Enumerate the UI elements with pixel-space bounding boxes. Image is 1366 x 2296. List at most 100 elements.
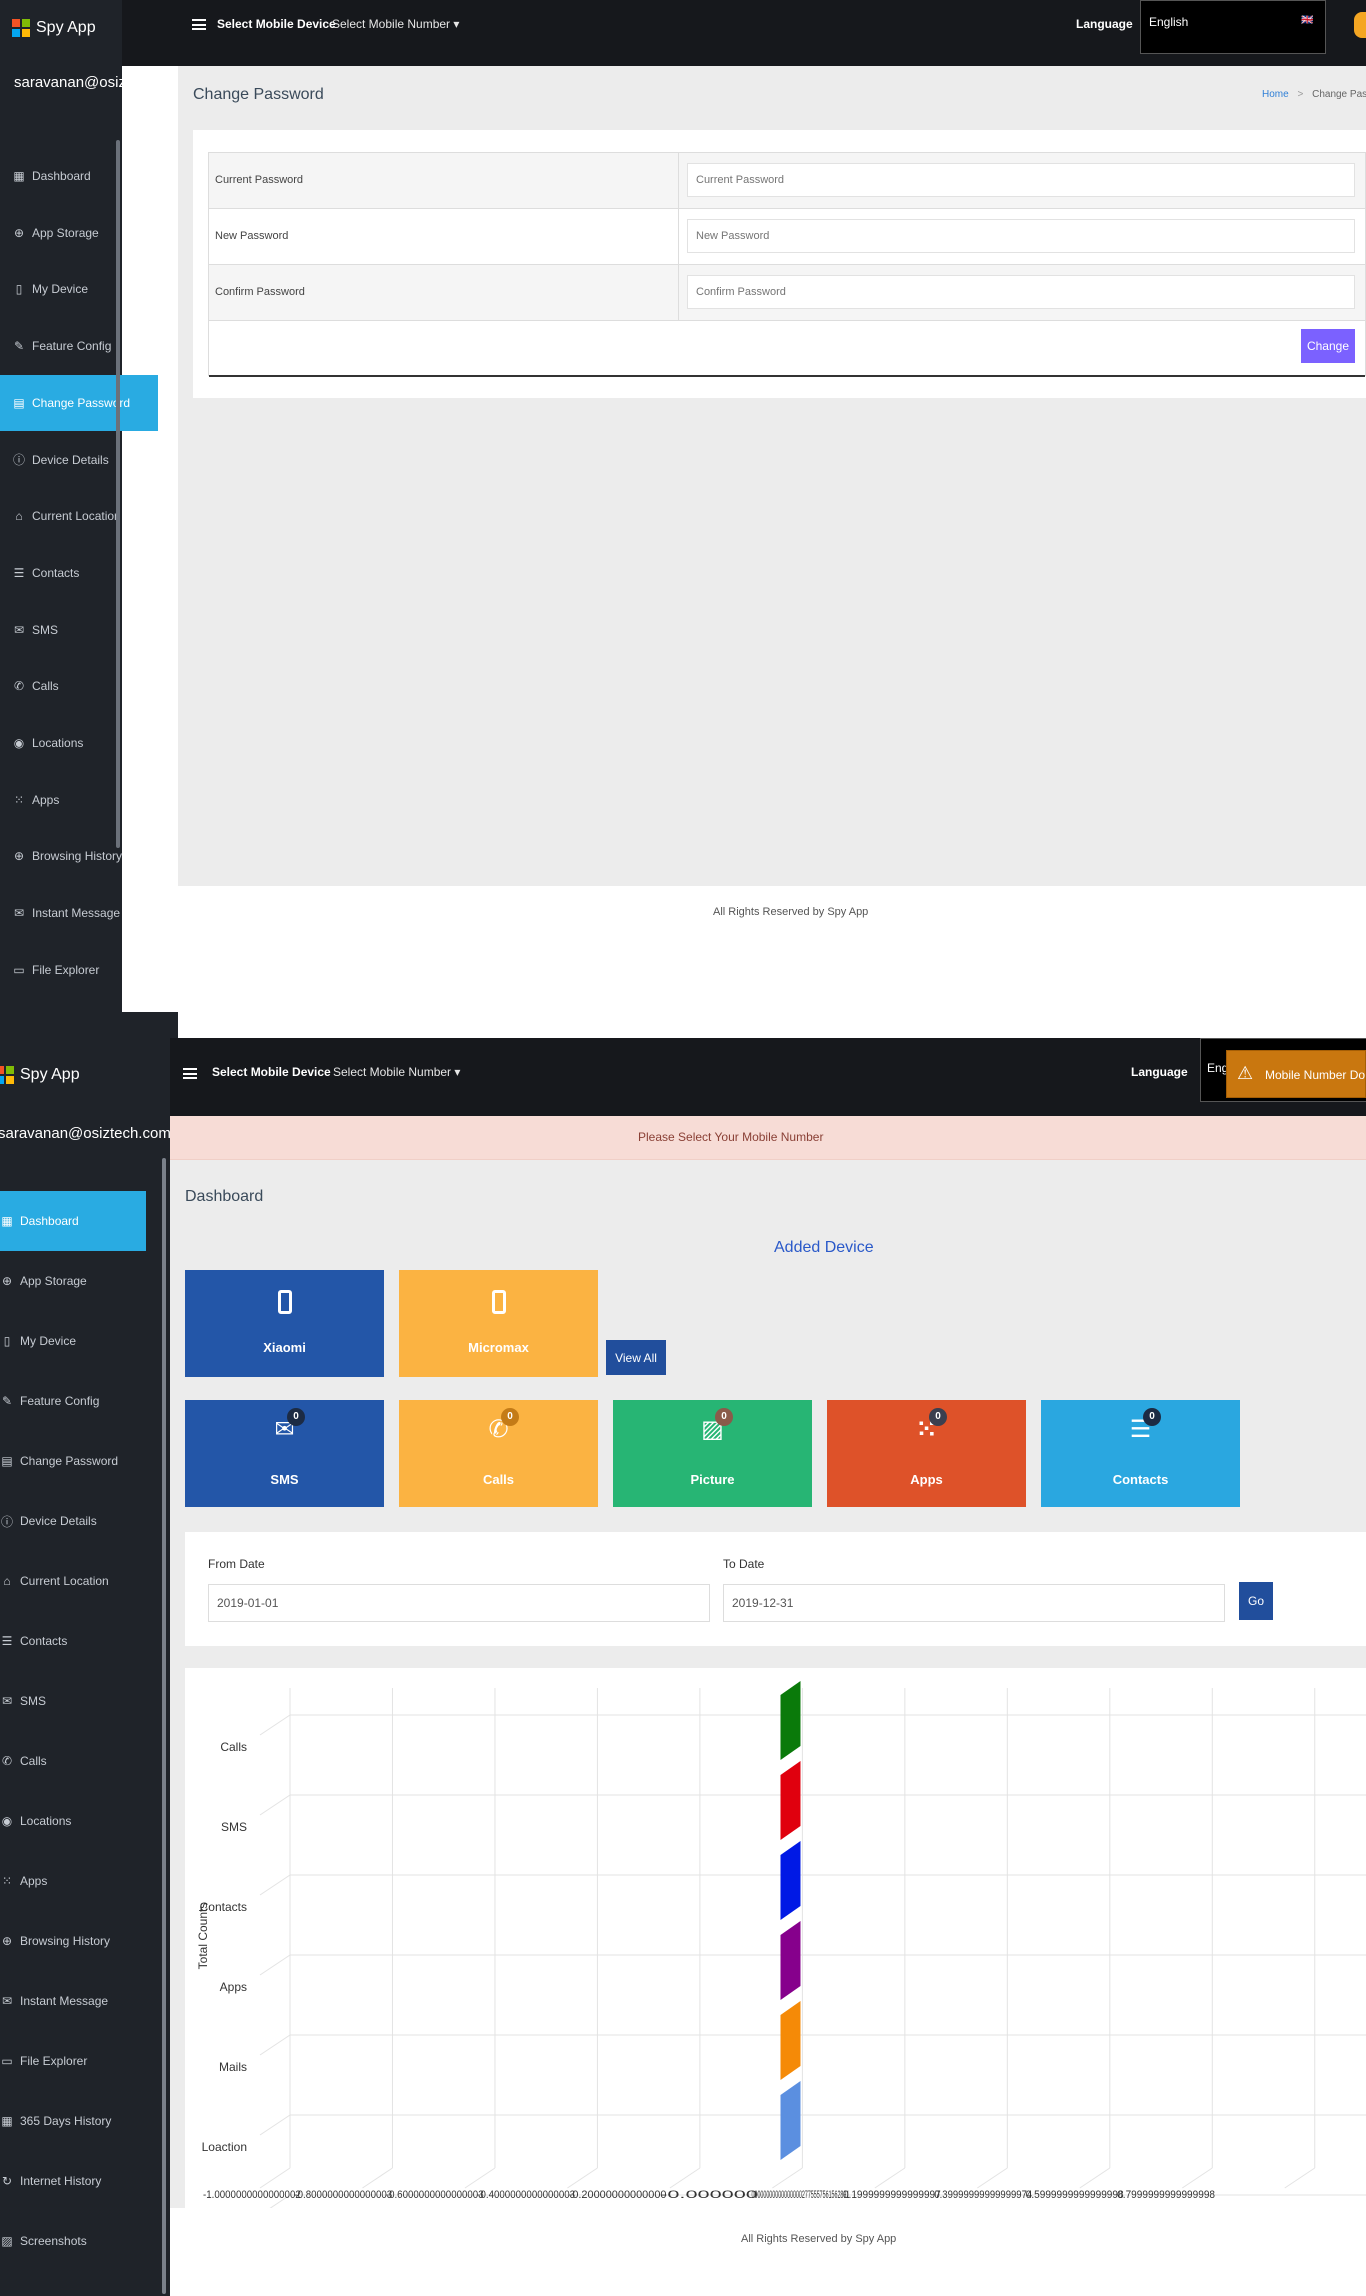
select-number-dropdown[interactable]: Select Mobile Number ▾: [332, 17, 459, 31]
sidebar-item-app-storage[interactable]: ⊕ App Storage: [0, 205, 158, 261]
sidebar-item-browsing-history[interactable]: ⊕ Browsing History: [0, 1911, 146, 1971]
sidebar-item-browsing-history[interactable]: ⊕ Browsing History: [0, 828, 158, 884]
sidebar-item-change-password[interactable]: ▤ Change Password: [0, 1431, 146, 1491]
sidebar-item-current-location[interactable]: ⌂ Current Location: [0, 1551, 146, 1611]
sidebar-item-current-location[interactable]: ⌂ Current Location: [0, 488, 158, 544]
notification-toast[interactable]: ⚠ Mobile Number Does: [1226, 1050, 1366, 1098]
sidebar-item-file-explorer[interactable]: ▭ File Explorer: [0, 2031, 146, 2091]
sidebar-item-label: Dashboard: [20, 1214, 79, 1228]
sidebar-item-calls[interactable]: ✆ Calls: [0, 1731, 146, 1791]
sidebar-item-feature-config[interactable]: ✎ Feature Config: [0, 318, 158, 374]
password-input[interactable]: [687, 219, 1355, 253]
grid-line-depth: [259, 1794, 291, 1816]
sidebar-item-apps[interactable]: ⁙ Apps: [0, 772, 158, 828]
select-number-dropdown-2[interactable]: Select Mobile Number ▾: [333, 1065, 460, 1079]
sidebar-item-internet-history[interactable]: ↻ Internet History: [0, 2151, 146, 2211]
footer-top-bar: [178, 886, 1366, 1012]
sidebar-item-app-storage[interactable]: ⊕ App Storage: [0, 1251, 146, 1311]
document-icon: ▤: [13, 395, 25, 410]
stat-tile-calls[interactable]: ✆ 0 Calls: [399, 1400, 598, 1507]
x-tick-label: 000000000000000002775557561562891: [752, 2189, 850, 2201]
sidebar-item-my-device[interactable]: ▯ My Device: [0, 261, 158, 317]
password-row: New Password: [209, 209, 1365, 265]
x-tick-label: 0.7999999999999998: [1117, 2189, 1215, 2201]
sidebar-item-my-device[interactable]: ▯ My Device: [0, 1311, 146, 1371]
sidebar-item-365-days-history[interactable]: ▦ 365 Days History: [0, 2091, 146, 2151]
stat-tile-picture[interactable]: ▨ 0 Picture: [613, 1400, 812, 1507]
view-all-button[interactable]: View All: [606, 1340, 666, 1375]
sidebar-item-label: File Explorer: [20, 2054, 88, 2068]
stat-tile-contacts[interactable]: ☰ 0 Contacts: [1041, 1400, 1240, 1507]
menu-toggle-icon[interactable]: [192, 19, 206, 30]
sidebar-item-locations[interactable]: ◉ Locations: [0, 1791, 146, 1851]
contacts-icon: ☰: [1, 1634, 13, 1648]
sidebar-item-label: App Storage: [20, 1274, 87, 1288]
password-row-label: Confirm Password: [215, 286, 305, 298]
breadcrumb-current: Change Passw: [1312, 89, 1366, 100]
sidebar-item-contacts[interactable]: ☰ Contacts: [0, 1611, 146, 1671]
warning-icon: ⚠: [1237, 1063, 1254, 1083]
sidebar-item-screenshots[interactable]: ▨ Screenshots: [0, 2211, 146, 2271]
sidebar-item-dashboard[interactable]: ▦ Dashboard: [0, 148, 158, 204]
select-device-label-2[interactable]: Select Mobile Device: [212, 1065, 331, 1079]
sidebar-item-label: Instant Message: [20, 1994, 109, 2008]
sidebar-item-instant-message[interactable]: ✉ Instant Message: [0, 1971, 146, 2031]
sidebar-item-feature-config[interactable]: ✎ Feature Config: [0, 1371, 146, 1431]
sms-icon: ✉: [13, 622, 25, 637]
sidebar-item-label: Change Password: [20, 1454, 119, 1468]
grid-line-depth: [1182, 2167, 1213, 2189]
sidebar-item-locations[interactable]: ◉ Locations: [0, 715, 158, 771]
device-name: Xiaomi: [263, 1340, 306, 1355]
device-tile[interactable]: Micromax: [399, 1270, 598, 1377]
grid-line-depth: [874, 2167, 906, 2189]
password-input[interactable]: [687, 163, 1355, 197]
sidebar-item-dashboard[interactable]: ▦ Dashboard: [0, 1191, 146, 1251]
sidebar-item-device-details[interactable]: ⓘ Device Details: [0, 432, 158, 488]
x-tick-label: -0.000000: [660, 2189, 758, 2201]
sidebar-item-device-details[interactable]: ⓘ Device Details: [0, 1491, 146, 1551]
sidebar-item-apps[interactable]: ⁙ Apps: [0, 1851, 146, 1911]
home-icon: ⌂: [3, 1574, 11, 1588]
x-tick-label: -1.0000000000000002: [203, 2189, 301, 2201]
stat-tile-apps[interactable]: ⁙ 0 Apps: [827, 1400, 1026, 1507]
app-brand-2[interactable]: Spy App: [0, 1066, 80, 1084]
sidebar-item-calls[interactable]: ✆ Calls: [0, 658, 158, 714]
sidebar-item-label: My Device: [32, 282, 89, 297]
sidebar-scrollbar-2[interactable]: [162, 1158, 166, 2294]
counts-chart: LoactionMailsAppsContactsSMSCallsTotal C…: [196, 1681, 1366, 2216]
mobile-icon: ▯: [3, 1334, 11, 1348]
language-select[interactable]: English 🇬🇧: [1140, 0, 1326, 54]
user-email-2: saravanan@osiztech.com: [0, 1125, 171, 1142]
sidebar-item-sms[interactable]: ✉ SMS: [0, 602, 158, 658]
go-button[interactable]: Go: [1239, 1582, 1273, 1620]
x-tick-label: 0.1999999999999997: [843, 2189, 941, 2201]
location-icon: ◉: [1, 1814, 13, 1828]
sidebar-item-contacts[interactable]: ☰ Contacts: [0, 545, 158, 601]
device-tile[interactable]: Xiaomi: [185, 1270, 384, 1377]
x-tick-label: 0.39999999999999974: [934, 2189, 1032, 2201]
folder-icon: ▭: [1, 2054, 13, 2068]
menu-toggle-icon-2[interactable]: [183, 1068, 197, 1079]
select-device-label[interactable]: Select Mobile Device: [217, 17, 336, 31]
sidebar-item-change-password[interactable]: ▤ Change Password: [0, 374, 158, 431]
phone-icon: ✆: [13, 679, 25, 694]
mobile-icon: [491, 1290, 506, 1314]
user-avatar[interactable]: [1354, 12, 1366, 38]
row-divider: [678, 265, 679, 321]
stat-tile-sms[interactable]: ✉ 0 SMS: [185, 1400, 384, 1507]
password-input[interactable]: [687, 275, 1355, 309]
sidebar-top: Spy App saravanan@osiztech.com ▦ Dashboar…: [0, 0, 187, 1034]
screenshot-stage: Spy App saravanan@osiztech.com ▦ Dashboar…: [0, 0, 1366, 2296]
sidebar-scrollbar[interactable]: [116, 140, 120, 848]
y-axis-title: Total Counts: [196, 1903, 210, 1970]
to-date-input[interactable]: 2019-12-31: [723, 1584, 1225, 1622]
app-brand[interactable]: Spy App: [12, 19, 96, 37]
topbar-bottom: Select Mobile Device Select Mobile Numbe…: [170, 1038, 1366, 1116]
from-date-label: From Date: [208, 1557, 265, 1571]
breadcrumb-home[interactable]: Home: [1262, 89, 1289, 100]
sidebar-item-label: Current Location: [20, 1574, 109, 1588]
password-row-label: Current Password: [215, 174, 304, 186]
sidebar-item-sms[interactable]: ✉ SMS: [0, 1671, 146, 1731]
change-button[interactable]: Change: [1301, 329, 1355, 363]
from-date-input[interactable]: 2019-01-01: [208, 1584, 710, 1622]
